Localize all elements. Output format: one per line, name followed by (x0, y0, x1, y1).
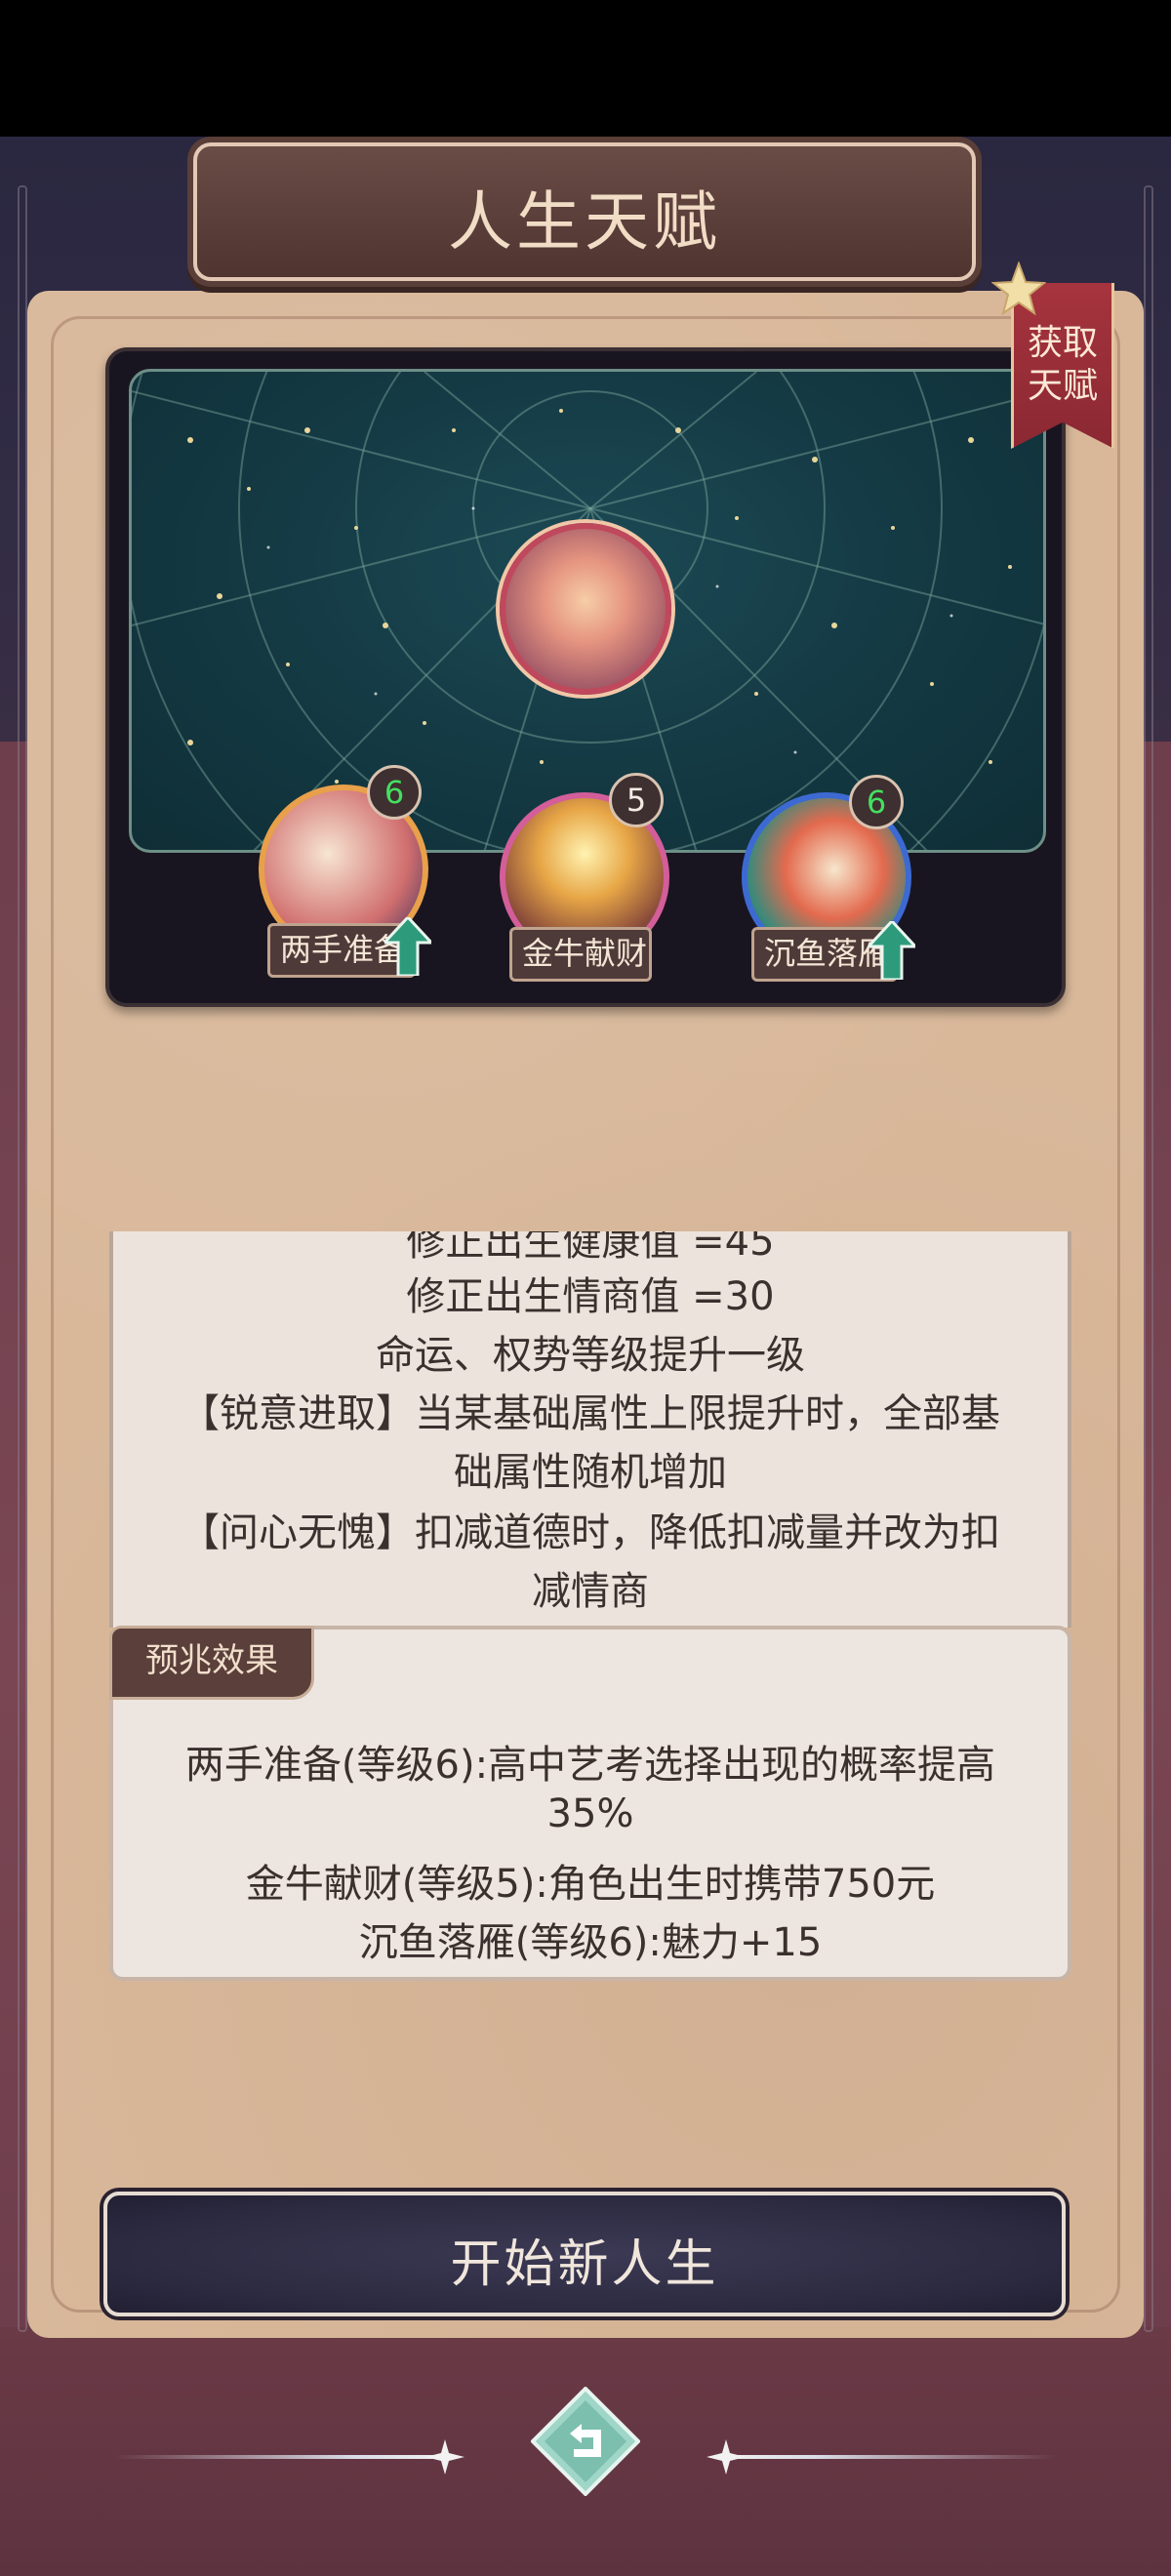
omen-line: 沉鱼落雁(等级6):魅力+15 (358, 1920, 823, 1965)
description-line: 命运、权势等级提升一级 (376, 1333, 805, 1378)
description-line: 【问心无愧】扣减道德时，降低扣减量并改为扣 (181, 1510, 1000, 1555)
ribbon-label: 获取天赋 (1028, 323, 1099, 406)
title-banner: 人生天赋 (193, 142, 976, 281)
page-title: 人生天赋 (448, 184, 721, 260)
talent-level-badge: 6 (367, 765, 422, 820)
description-line: 修正出生健康值 =45 (406, 1231, 775, 1265)
omen-line: 金牛献财(等级5):角色出生时携带750元 (245, 1862, 936, 1907)
right-rail-decoration (1144, 185, 1153, 2332)
upgrade-arrow-icon (384, 917, 431, 976)
footer-divider-right (714, 2455, 1056, 2459)
footer-divider-left (115, 2455, 457, 2459)
talent-name-label: 金牛献财 (509, 927, 652, 982)
omen-effects-tab: 预兆效果 (109, 1626, 314, 1700)
hero-avatar[interactable] (500, 523, 671, 695)
back-button[interactable] (531, 2387, 640, 2496)
description-line: 【锐意进取】当某基础属性上限提升时，全部基 (181, 1391, 1000, 1436)
sparkle-icon (425, 2439, 464, 2475)
talent-description-panel[interactable]: 修正出生健康值 =45 修正出生情商值 =30 命运、权势等级提升一级 【锐意进… (109, 1231, 1071, 1628)
sparkle-icon (707, 2439, 746, 2475)
upgrade-arrow-icon (868, 921, 915, 980)
omen-line: 两手准备(等级6):高中艺考选择出现的概率提高 (184, 1743, 996, 1788)
description-line: 础属性随机增加 (454, 1450, 727, 1495)
description-line: 减情商 (532, 1569, 649, 1614)
talent-level-badge: 5 (609, 773, 664, 827)
omen-effects-panel: 预兆效果 两手准备(等级6):高中艺考选择出现的概率提高 35% 金牛献财(等级… (109, 1626, 1071, 1981)
left-rail-decoration (18, 185, 27, 2332)
start-button-label: 开始新人生 (450, 2235, 719, 2294)
description-line: 修正出生情商值 =30 (406, 1274, 775, 1319)
star-icon (991, 262, 1046, 316)
start-new-life-button[interactable]: 开始新人生 (103, 2192, 1066, 2316)
status-bar (0, 0, 1171, 137)
talent-level-badge: 6 (849, 775, 904, 829)
omen-line: 35% (546, 1791, 634, 1836)
